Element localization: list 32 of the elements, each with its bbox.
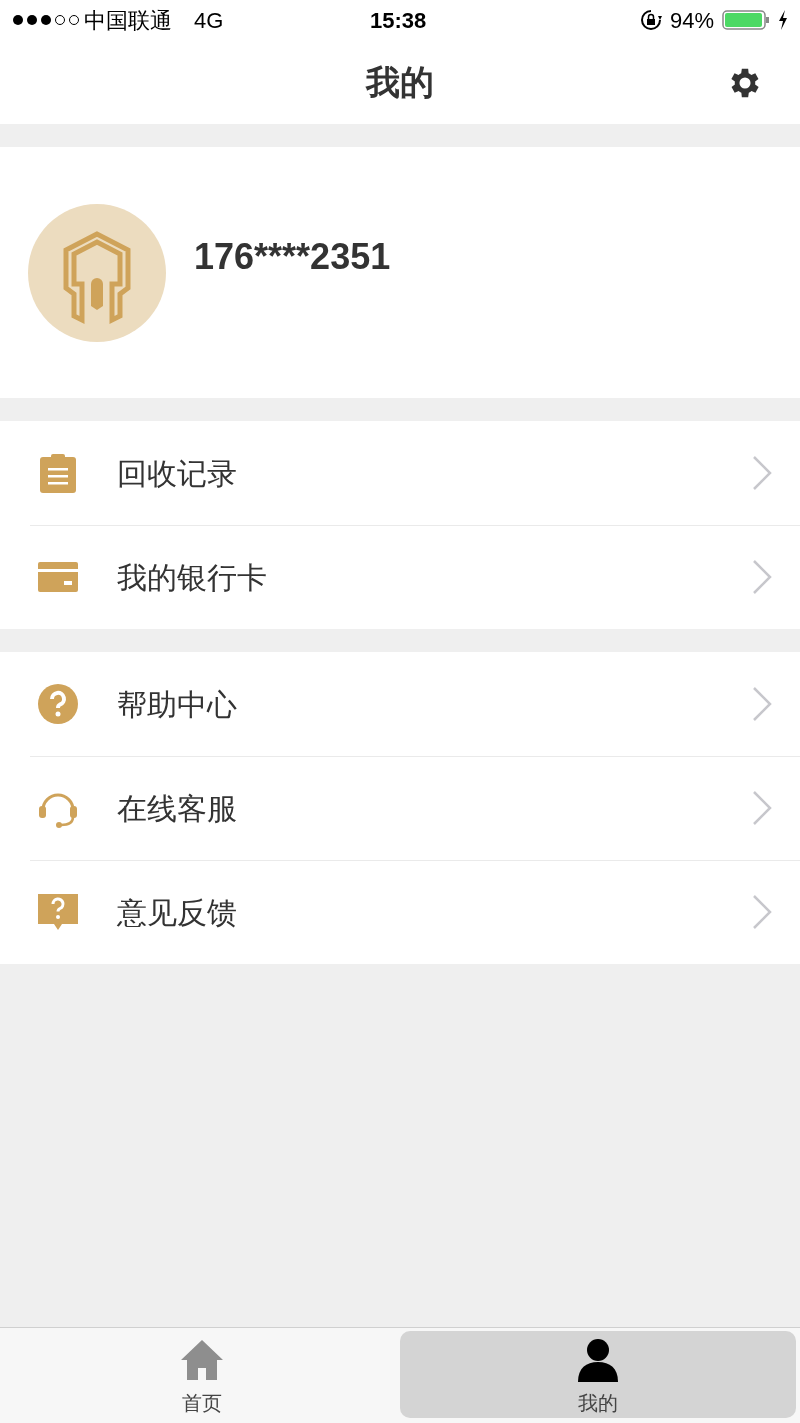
menu-item[interactable]: 在线客服 [0, 756, 800, 860]
clock-time: 15:38 [370, 6, 427, 35]
menu-label: 在线客服 [117, 790, 237, 827]
person-icon [578, 1338, 618, 1382]
menu-label: 意见反馈 [117, 894, 237, 931]
tab[interactable]: 首页 [4, 1331, 400, 1418]
menu-item[interactable]: 回收记录 [0, 421, 800, 525]
help-icon [38, 684, 78, 724]
clipboard-icon [38, 453, 78, 493]
chevron-icon [752, 455, 772, 491]
phone-number: 176****2351 [194, 235, 391, 279]
charging-icon [778, 10, 788, 30]
feedback-icon [38, 892, 78, 932]
tab[interactable]: 我的 [400, 1331, 796, 1418]
menu-label: 帮助中心 [117, 686, 237, 723]
chevron-icon [752, 559, 772, 595]
home-icon [180, 1338, 224, 1382]
battery-icon [722, 9, 770, 31]
signal-icon [12, 14, 82, 26]
rotation-lock-icon [639, 9, 662, 31]
carrier-name: 中国联通 [84, 6, 172, 35]
chevron-icon [752, 790, 772, 826]
menu-label: 我的银行卡 [117, 559, 267, 596]
menu-item[interactable]: 我的银行卡 [0, 525, 800, 629]
menu-label: 回收记录 [117, 455, 237, 492]
network-type: 4G [194, 6, 224, 35]
menu-item[interactable]: 帮助中心 [0, 652, 800, 756]
chevron-icon [752, 894, 772, 930]
battery-percent: 94% [669, 6, 714, 35]
menu-item[interactable]: 意见反馈 [0, 860, 800, 964]
page-title: 我的 [366, 61, 434, 103]
chevron-icon [752, 686, 772, 722]
